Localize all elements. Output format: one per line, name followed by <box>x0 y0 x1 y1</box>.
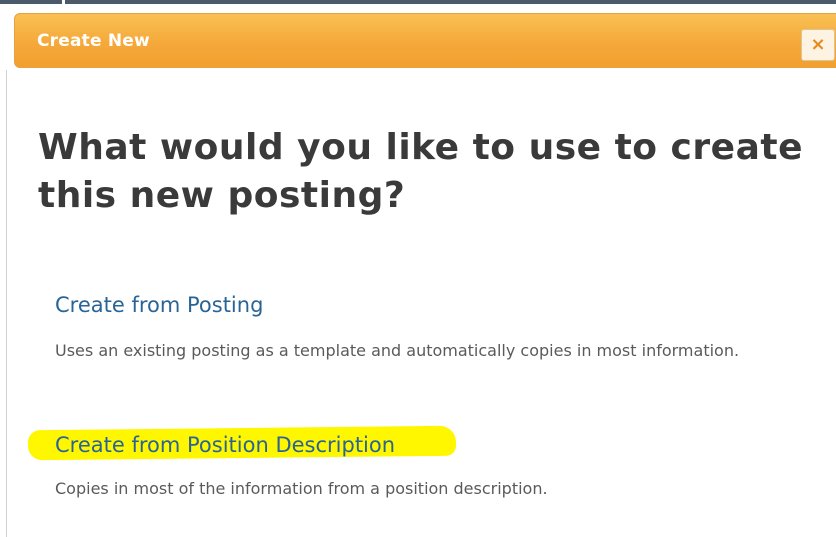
close-icon: × <box>810 34 826 55</box>
dialog-header: Create New × <box>14 13 836 68</box>
create-from-posting-description: Uses an existing posting as a template a… <box>55 341 740 360</box>
border-gap <box>62 0 65 4</box>
create-from-position-description-link[interactable]: Create from Position Description <box>55 433 395 457</box>
dialog-left-border <box>6 70 7 537</box>
close-button[interactable]: × <box>801 29 835 61</box>
create-from-posting-link[interactable]: Create from Posting <box>55 293 263 317</box>
page-heading: What would you like to use to create thi… <box>38 127 803 216</box>
dialog-title: Create New <box>37 31 150 51</box>
window-top-border <box>0 0 836 4</box>
create-from-position-description-description: Copies in most of the information from a… <box>55 479 548 498</box>
